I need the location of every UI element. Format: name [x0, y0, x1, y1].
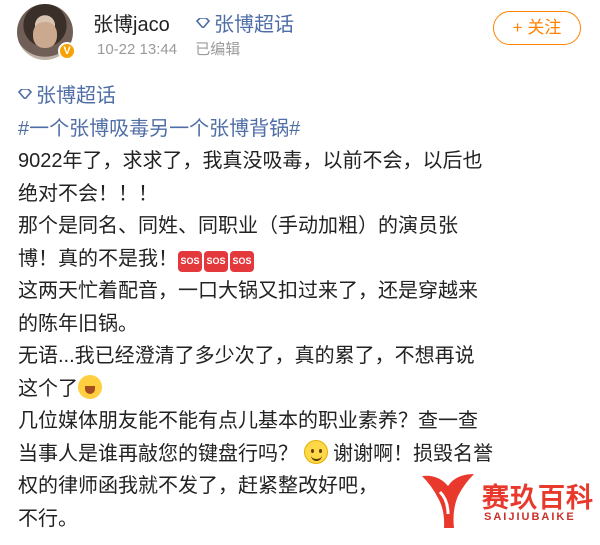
edited-label[interactable]: 已编辑	[195, 41, 240, 58]
text-fragment: 这个了	[18, 377, 78, 400]
post-time: 10-22 13:44	[97, 41, 178, 58]
smile-emoji-icon	[303, 439, 328, 464]
watermark-subtitle: SAIJIUBAIKE	[484, 511, 576, 523]
post-header: V 张博jaco 张博超话 10-22 13:44 已编辑 + 关注	[0, 0, 600, 72]
text-line: 9022年了，求求了，我真没吸毒，以前不会，以后也	[18, 150, 483, 172]
sos-icon: SOS	[178, 250, 202, 272]
verified-badge-icon: V	[58, 42, 76, 60]
watermark-logo-icon	[422, 474, 474, 528]
post-content: 张博超话 #一个张博吸毒另一个张博背锅# 9022年了，求求了，我真没吸毒，以前…	[18, 80, 588, 535]
text-line: 无语...我已经澄清了多少次了，真的累了，不想再说	[18, 345, 475, 367]
text-line: 的陈年旧锅。	[18, 312, 138, 335]
text-fragment: 博！真的不是我！	[18, 247, 178, 270]
super-topic-icon	[196, 18, 210, 28]
text-line: 当事人是谁再敲您的键盘行吗？ 谢谢啊！损毁名誉	[18, 438, 588, 471]
sos-icon: SOS	[230, 250, 254, 272]
super-topic-label: 张博超话	[214, 14, 294, 36]
super-topic-icon	[18, 89, 32, 99]
post-meta: 10-22 13:44 已编辑	[97, 38, 240, 59]
super-topic-tag-label: 张博超话	[36, 85, 116, 107]
watermark: 赛玖百科 SAIJIUBAIKE	[418, 468, 598, 540]
text-line: 博！真的不是我！ SOS SOS SOS	[18, 243, 588, 276]
text-line: 绝对不会！！！	[18, 182, 158, 205]
follow-button[interactable]: + 关注	[493, 11, 581, 45]
text-fragment: 谢谢啊！损毁名誉	[333, 442, 494, 465]
super-topic-tag[interactable]: 张博超话	[18, 80, 588, 113]
sos-icon: SOS	[204, 250, 228, 272]
cry-emoji-icon	[78, 374, 102, 399]
super-topic-link[interactable]: 张博超话	[196, 8, 294, 37]
text-line: 几位媒体朋友能不能有点儿基本的职业素养？查一查	[18, 410, 478, 432]
watermark-title: 赛玖百科	[482, 483, 594, 513]
text-line: 这两天忙着配音，一口大锅又扣过来了，还是穿越来	[18, 280, 478, 302]
text-fragment: 当事人是谁再敲您的键盘行吗？	[18, 442, 298, 465]
text-line: 这个了	[18, 373, 588, 406]
text-line: 那个是同名、同姓、同职业（手动加粗）的演员张	[18, 215, 458, 237]
hashtag-link[interactable]: #一个张博吸毒另一个张博背锅#	[18, 113, 588, 146]
author-name[interactable]: 张博jaco	[93, 8, 170, 37]
